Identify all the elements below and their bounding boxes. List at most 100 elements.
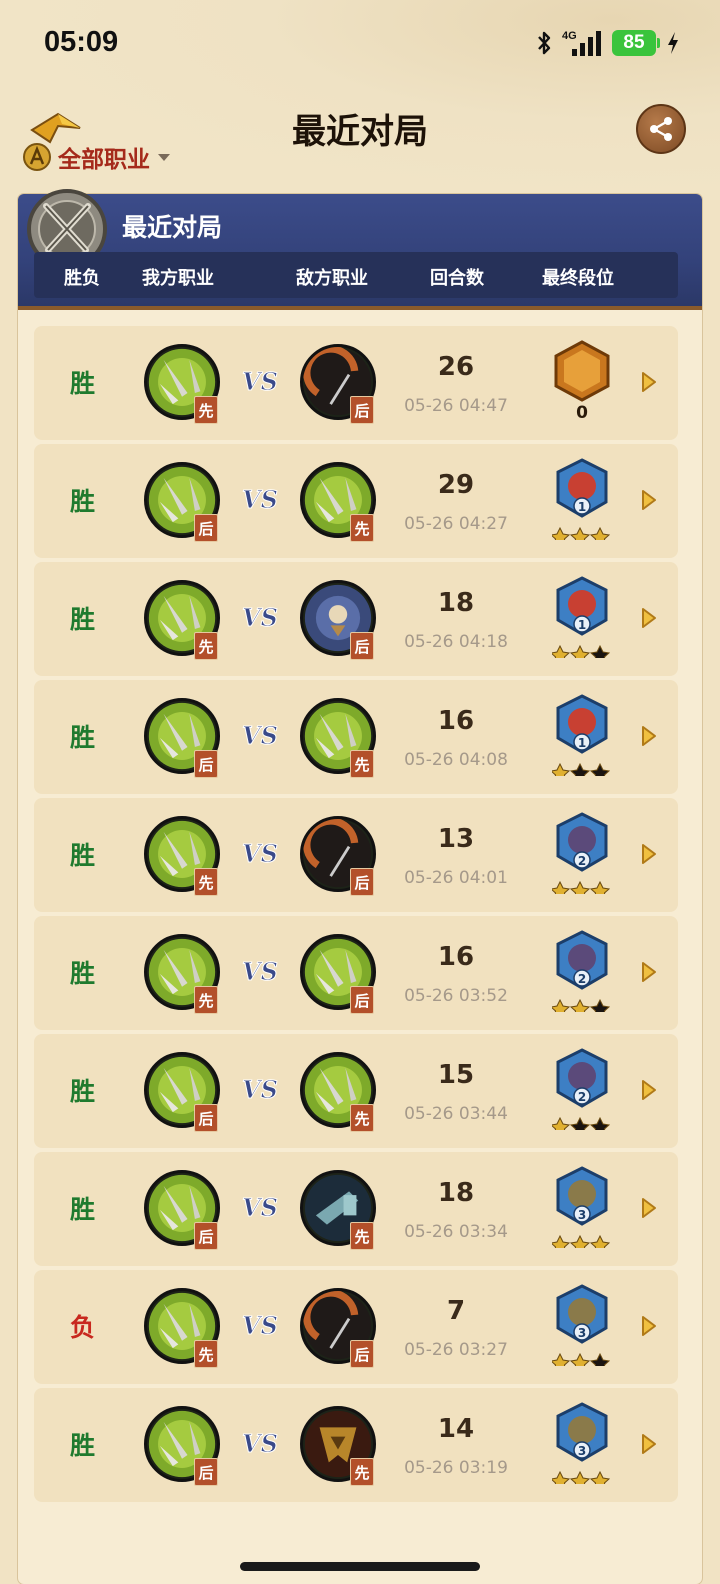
match-row[interactable]: 胜 后 VS 先 18 05-26 03:34 3	[34, 1152, 678, 1266]
status-bar: 05:09 4G 85	[0, 0, 720, 84]
enemy-play-order-tag: 先	[350, 514, 374, 542]
my-play-order-tag: 后	[194, 750, 218, 778]
chevron-right-icon[interactable]	[640, 606, 658, 630]
enemy-play-order-tag: 先	[350, 1104, 374, 1132]
chevron-right-icon[interactable]	[640, 1314, 658, 1338]
my-play-order-tag: 后	[194, 1458, 218, 1486]
rank-star-icon	[552, 998, 571, 1012]
chevron-right-icon[interactable]	[640, 842, 658, 866]
match-result: 胜	[70, 959, 96, 988]
chevron-right-icon[interactable]	[640, 960, 658, 984]
column-header-my-class: 我方职业	[142, 268, 214, 289]
chevron-right-icon[interactable]	[640, 370, 658, 394]
rank-star-icon	[569, 644, 591, 658]
rank-star-icon	[569, 1352, 591, 1366]
network-type: 4G	[562, 30, 577, 42]
diamond-rank-value: 2	[578, 854, 586, 868]
match-result: 胜	[70, 1431, 96, 1460]
match-result: 胜	[70, 369, 96, 398]
chevron-right-icon[interactable]	[640, 488, 658, 512]
home-indicator[interactable]	[240, 1562, 480, 1571]
panel-title: 最近对局	[122, 213, 223, 242]
vs-label: VS	[242, 367, 278, 396]
chevron-right-icon[interactable]	[640, 724, 658, 748]
column-header-result: 胜负	[64, 268, 100, 289]
my-play-order-tag: 先	[194, 632, 218, 660]
status-icons: 4G 85	[536, 28, 680, 58]
rank-star-icon	[552, 1470, 571, 1484]
match-result: 胜	[70, 1195, 96, 1224]
chevron-right-icon[interactable]	[640, 1432, 658, 1456]
enemy-play-order-tag: 后	[350, 396, 374, 424]
match-result: 胜	[70, 605, 96, 634]
match-row[interactable]: 胜 先 VS 后 26 05-26 04:47 0	[34, 326, 678, 440]
vs-label: VS	[242, 485, 278, 514]
vs-label: VS	[242, 1311, 278, 1340]
versus-icon: VS	[242, 1075, 279, 1105]
match-row[interactable]: 胜 先 VS 后 13 05-26 04:01 2	[34, 798, 678, 912]
match-row[interactable]: 负 先 VS 后 7 05-26 03:27 3	[34, 1270, 678, 1384]
rank-star-icon	[569, 762, 591, 776]
chevron-down-icon	[158, 154, 170, 161]
chevron-right-icon[interactable]	[640, 1078, 658, 1102]
turn-count: 29	[437, 470, 475, 500]
diamond-rank-value: 3	[578, 1444, 586, 1458]
match-row[interactable]: 胜 先 VS 后 16 05-26 03:52 2	[34, 916, 678, 1030]
versus-icon: VS	[242, 957, 279, 987]
cellular-signal-icon: 4G	[562, 30, 601, 56]
rank-star-icon	[569, 998, 591, 1012]
share-icon	[650, 117, 672, 141]
match-result: 负	[70, 1313, 96, 1342]
match-row[interactable]: 胜 后 VS 先 14 05-26 03:19 3	[34, 1388, 678, 1502]
versus-icon: VS	[242, 1311, 279, 1341]
enemy-play-order-tag: 后	[350, 868, 374, 896]
match-row[interactable]: 胜 后 VS 先 29 05-26 04:27 1	[34, 444, 678, 558]
match-result: 胜	[70, 487, 96, 516]
rank-star-icon	[552, 526, 571, 540]
my-play-order-tag: 后	[194, 514, 218, 542]
match-row[interactable]: 胜 后 VS 先 16 05-26 04:08 1	[34, 680, 678, 794]
diamond-rank-icon: 3	[552, 1284, 611, 1366]
match-time: 05-26 04:18	[404, 632, 508, 652]
rank-star-icon	[589, 998, 611, 1012]
enemy-play-order-tag: 后	[350, 986, 374, 1014]
match-row[interactable]: 胜 后 VS 先 15 05-26 03:44 2	[34, 1034, 678, 1148]
match-result: 胜	[70, 1077, 96, 1106]
enemy-play-order-tag: 先	[350, 750, 374, 778]
legend-rank-icon: 0	[554, 340, 610, 422]
diamond-rank-icon: 2	[552, 1048, 611, 1130]
match-result: 胜	[70, 723, 96, 752]
column-header-final-rank: 最终段位	[542, 268, 614, 289]
rank-star-icon	[552, 880, 571, 894]
match-time: 05-26 03:52	[404, 986, 508, 1006]
versus-icon: VS	[242, 603, 279, 633]
rank-star-icon	[589, 644, 611, 658]
class-filter-dropdown[interactable]: 全部职业	[22, 140, 172, 174]
diamond-rank-icon: 2	[552, 930, 611, 1012]
all-classes-icon	[23, 143, 51, 171]
column-header-bar: 胜负 我方职业 敌方职业 回合数 最终段位	[34, 252, 678, 298]
my-play-order-tag: 先	[194, 986, 218, 1014]
chevron-right-icon[interactable]	[640, 1196, 658, 1220]
vs-label: VS	[242, 721, 278, 750]
bluetooth-icon	[538, 31, 551, 55]
versus-icon: VS	[242, 721, 279, 751]
versus-icon: VS	[242, 1193, 279, 1223]
my-play-order-tag: 先	[194, 396, 218, 424]
diamond-rank-value: 1	[578, 736, 586, 750]
rank-star-icon	[569, 880, 591, 894]
share-button[interactable]	[636, 104, 686, 154]
legend-rank-value: 0	[576, 403, 588, 422]
vs-label: VS	[242, 603, 278, 632]
match-time: 05-26 04:01	[404, 868, 508, 888]
match-row[interactable]: 胜 先 VS 后 18 05-26 04:18 1	[34, 562, 678, 676]
versus-icon: VS	[242, 1429, 279, 1459]
rank-star-icon	[552, 1116, 571, 1130]
match-time: 05-26 04:27	[404, 514, 508, 534]
status-time: 05:09	[44, 26, 119, 58]
turn-count: 16	[437, 706, 475, 736]
diamond-rank-icon: 1	[552, 458, 611, 540]
rank-star-icon	[552, 1234, 571, 1248]
recent-matches-panel: 最近对局 胜负 我方职业 敌方职业 回合数 最终段位 胜 先 VS 后 26 0…	[18, 189, 702, 1584]
diamond-rank-icon: 1	[552, 576, 611, 658]
